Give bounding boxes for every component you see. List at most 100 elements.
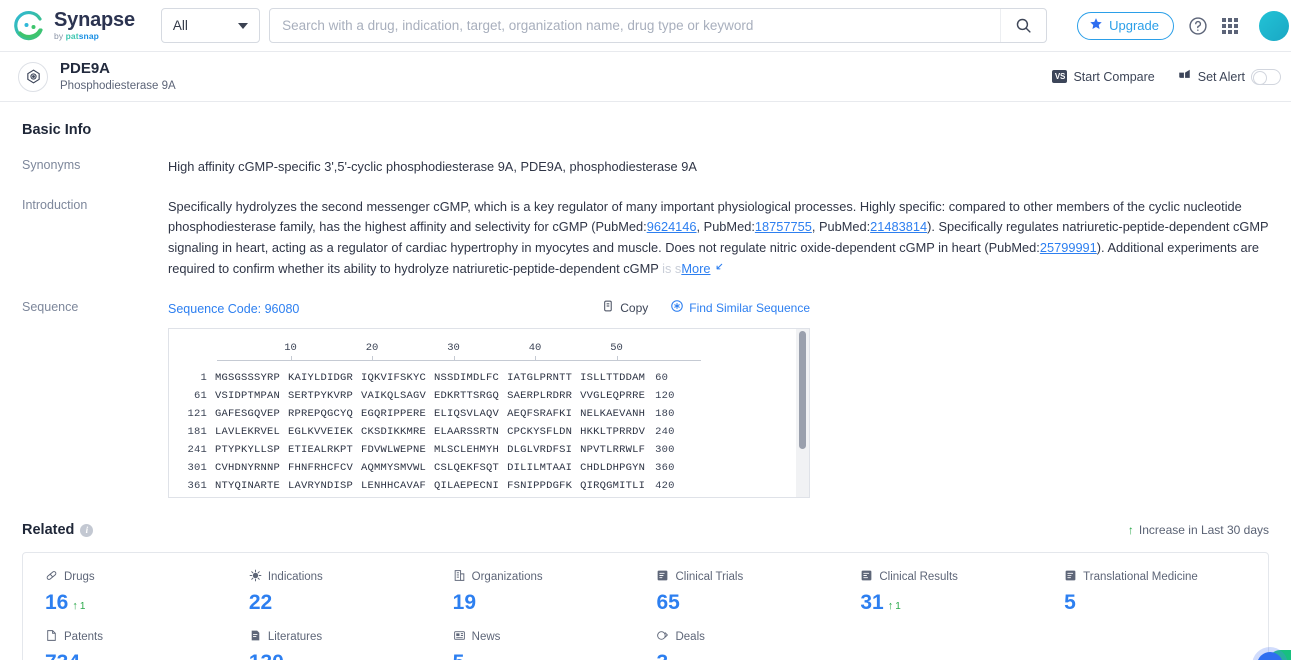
star-icon	[1089, 17, 1103, 34]
stat-indications[interactable]: Indications 22	[249, 569, 453, 615]
copy-sequence-button[interactable]: Copy	[602, 299, 648, 319]
sequence-chunk: CHDLDHPGYN	[580, 462, 646, 475]
introduction-text: Specifically hydrolyzes the second messe…	[168, 197, 1291, 280]
sequence-line: 1 MGSGSSSYRP KAIYLDIDGR IQKVIFSKYC NSSDIMDLF…	[169, 369, 796, 387]
stat-value-number: 19	[452, 591, 477, 615]
find-similar-sequence-button[interactable]: Find Similar Sequence	[670, 299, 810, 319]
pubmed-link-3[interactable]: 21483814	[870, 219, 927, 234]
search-bar[interactable]	[269, 8, 1048, 43]
sequence-chunk: LENHHCAVAF	[361, 480, 427, 493]
sequence-chunk: MLSCLEHMYH	[434, 444, 500, 457]
stat-value: 19	[453, 591, 657, 615]
stat-literatures[interactable]: Literatures 130	[249, 629, 453, 660]
stat-delta: ↑ 1	[888, 600, 901, 612]
alert-bell-icon	[1177, 68, 1192, 85]
stat-organizations[interactable]: Organizations 19	[453, 569, 657, 615]
stat-value-number: 22	[248, 591, 273, 615]
stat-value-number: 65	[656, 591, 680, 615]
stat-label-text: Translational Medicine	[1083, 571, 1198, 584]
upgrade-label: Upgrade	[1109, 18, 1159, 33]
chevron-expand-icon	[713, 259, 724, 280]
literature-icon	[249, 629, 262, 645]
stat-deals[interactable]: Deals 3	[656, 629, 860, 660]
sequence-label: Sequence	[22, 299, 79, 314]
pubmed-link-1[interactable]: 9624146	[647, 219, 697, 234]
entity-subtitle: Phosphodiesterase 9A	[60, 80, 176, 93]
stat-delta-value: 1	[79, 600, 86, 612]
sequence-line: 301 CVHDNYRNNP FHNFRHCFCV AQMMYSMVWL CSLQEKF…	[169, 459, 796, 477]
sequence-end-index: 420	[655, 480, 675, 493]
entity-actions: VS Start Compare Set Alert	[1052, 68, 1281, 85]
ruler-tick-label: 20	[365, 342, 379, 355]
sequence-scrollbar[interactable]	[796, 329, 809, 498]
set-alert-toggle[interactable]	[1251, 68, 1281, 85]
sequence-code-link[interactable]: Sequence Code: 96080	[168, 299, 299, 319]
sequence-residues: NTYQINARTE LAVRYNDISP LENHHCAVAF QILAEPECNI…	[215, 477, 645, 495]
page-content: Basic Info Synonyms High affinity cGMP-s…	[0, 102, 1291, 660]
sequence-chunk: VVGLEQPRRE	[580, 390, 646, 403]
apps-grid-icon[interactable]	[1222, 14, 1238, 38]
stat-label-text: Indications	[267, 571, 323, 584]
app-logo[interactable]: Synapse by patsnap	[14, 10, 135, 42]
stat-label: Patents	[45, 629, 249, 645]
sequence-scrollbar-thumb[interactable]	[799, 331, 806, 450]
stat-value: 22	[249, 591, 453, 615]
stat-label: News	[453, 629, 657, 645]
similar-sequence-icon	[670, 299, 684, 319]
stat-label-text: Literatures	[267, 631, 323, 644]
stat-clinical-trials[interactable]: Clinical Trials 65	[656, 569, 860, 615]
clinical-trial-icon	[656, 569, 669, 585]
stat-value-number: 31	[860, 591, 884, 615]
upgrade-button[interactable]: Upgrade	[1077, 11, 1174, 40]
sequence-start-index: 181	[187, 426, 207, 439]
intro-part-3: , PubMed:	[811, 219, 871, 235]
search-input[interactable]	[270, 9, 1001, 42]
sequence-chunk: MGSGSSSYRP	[215, 372, 281, 385]
sequence-row: Sequence Sequence Code: 96080 Copy Find …	[0, 299, 1291, 499]
stat-translational-medicine[interactable]: Translational Medicine 5	[1064, 569, 1268, 615]
sequence-end-index: 180	[655, 408, 675, 421]
sequence-chunk: NELKAEVANH	[580, 408, 646, 421]
help-circle-icon[interactable]	[1188, 14, 1208, 38]
stat-label-text: Patents	[64, 631, 103, 644]
sequence-end-index: 360	[655, 462, 675, 475]
sequence-chunk: SAERPLRDRR	[507, 390, 573, 403]
user-avatar[interactable]	[1259, 10, 1289, 41]
sequence-body: Sequence Code: 96080 Copy Find Similar S…	[168, 299, 1291, 499]
pubmed-link-2[interactable]: 18757755	[755, 219, 812, 234]
intro-part-2: , PubMed:	[696, 219, 755, 235]
start-compare-button[interactable]: VS Start Compare	[1052, 70, 1155, 84]
ruler-tick-label: 10	[284, 342, 297, 355]
stat-label-text: Clinical Trials	[675, 571, 744, 584]
stat-patents[interactable]: Patents 734	[45, 629, 249, 660]
sequence-residues: LAVLEKRVEL EGLKVVEIEK CKSDIKKMRE ELAARSSRTN…	[215, 423, 645, 441]
increase-legend-label: Increase in Last 30 days	[1138, 523, 1269, 538]
set-alert-control[interactable]: Set Alert	[1177, 68, 1281, 85]
sequence-end-index: 120	[655, 390, 675, 403]
stat-label-text: Organizations	[471, 571, 543, 584]
sequence-viewer[interactable]: 10 20 30 40 50 1 MGSGSSSYRP KAIYLDIDGR IQKVIFSK…	[168, 328, 810, 499]
search-icon[interactable]	[1000, 9, 1046, 42]
sequence-chunk: FSNIPPDGFK	[507, 480, 573, 493]
stat-label-text: Clinical Results	[879, 571, 958, 584]
sequence-start-index: 301	[187, 462, 207, 475]
sequence-start-index: 361	[187, 480, 207, 493]
more-link[interactable]: More	[681, 259, 724, 280]
sequence-line: 61 VSIDPTMPAN SERTPYKVRP VAIKQLSAGV EDKRTTSR…	[169, 387, 796, 405]
versus-icon: VS	[1052, 70, 1068, 83]
stat-drugs[interactable]: Drugs 16 ↑ 1	[45, 569, 249, 615]
pubmed-link-4[interactable]: 25799991	[1040, 240, 1097, 255]
stat-value-number: 3	[656, 651, 668, 660]
copy-label: Copy	[620, 301, 649, 316]
stat-delta: ↑ 1	[72, 600, 85, 612]
stat-label-text: News	[471, 631, 501, 644]
info-icon[interactable]: i	[80, 523, 94, 537]
stat-news[interactable]: News 5	[453, 629, 657, 660]
sequence-chunk: GAFESGQVEP	[215, 408, 281, 421]
sequence-line: 121 GAFESGQVEP RPREPQGCYQ EGQRIPPERE ELIQSVL…	[169, 405, 796, 423]
sequence-chunk: LAVLEKRVEL	[215, 426, 281, 439]
sequence-chunk: EGQRIPPERE	[361, 408, 427, 421]
category-select[interactable]: All	[160, 8, 261, 43]
sequence-ruler: 10 20 30 40 50	[217, 342, 737, 369]
stat-clinical-results[interactable]: Clinical Results 31 ↑ 1	[860, 569, 1064, 615]
